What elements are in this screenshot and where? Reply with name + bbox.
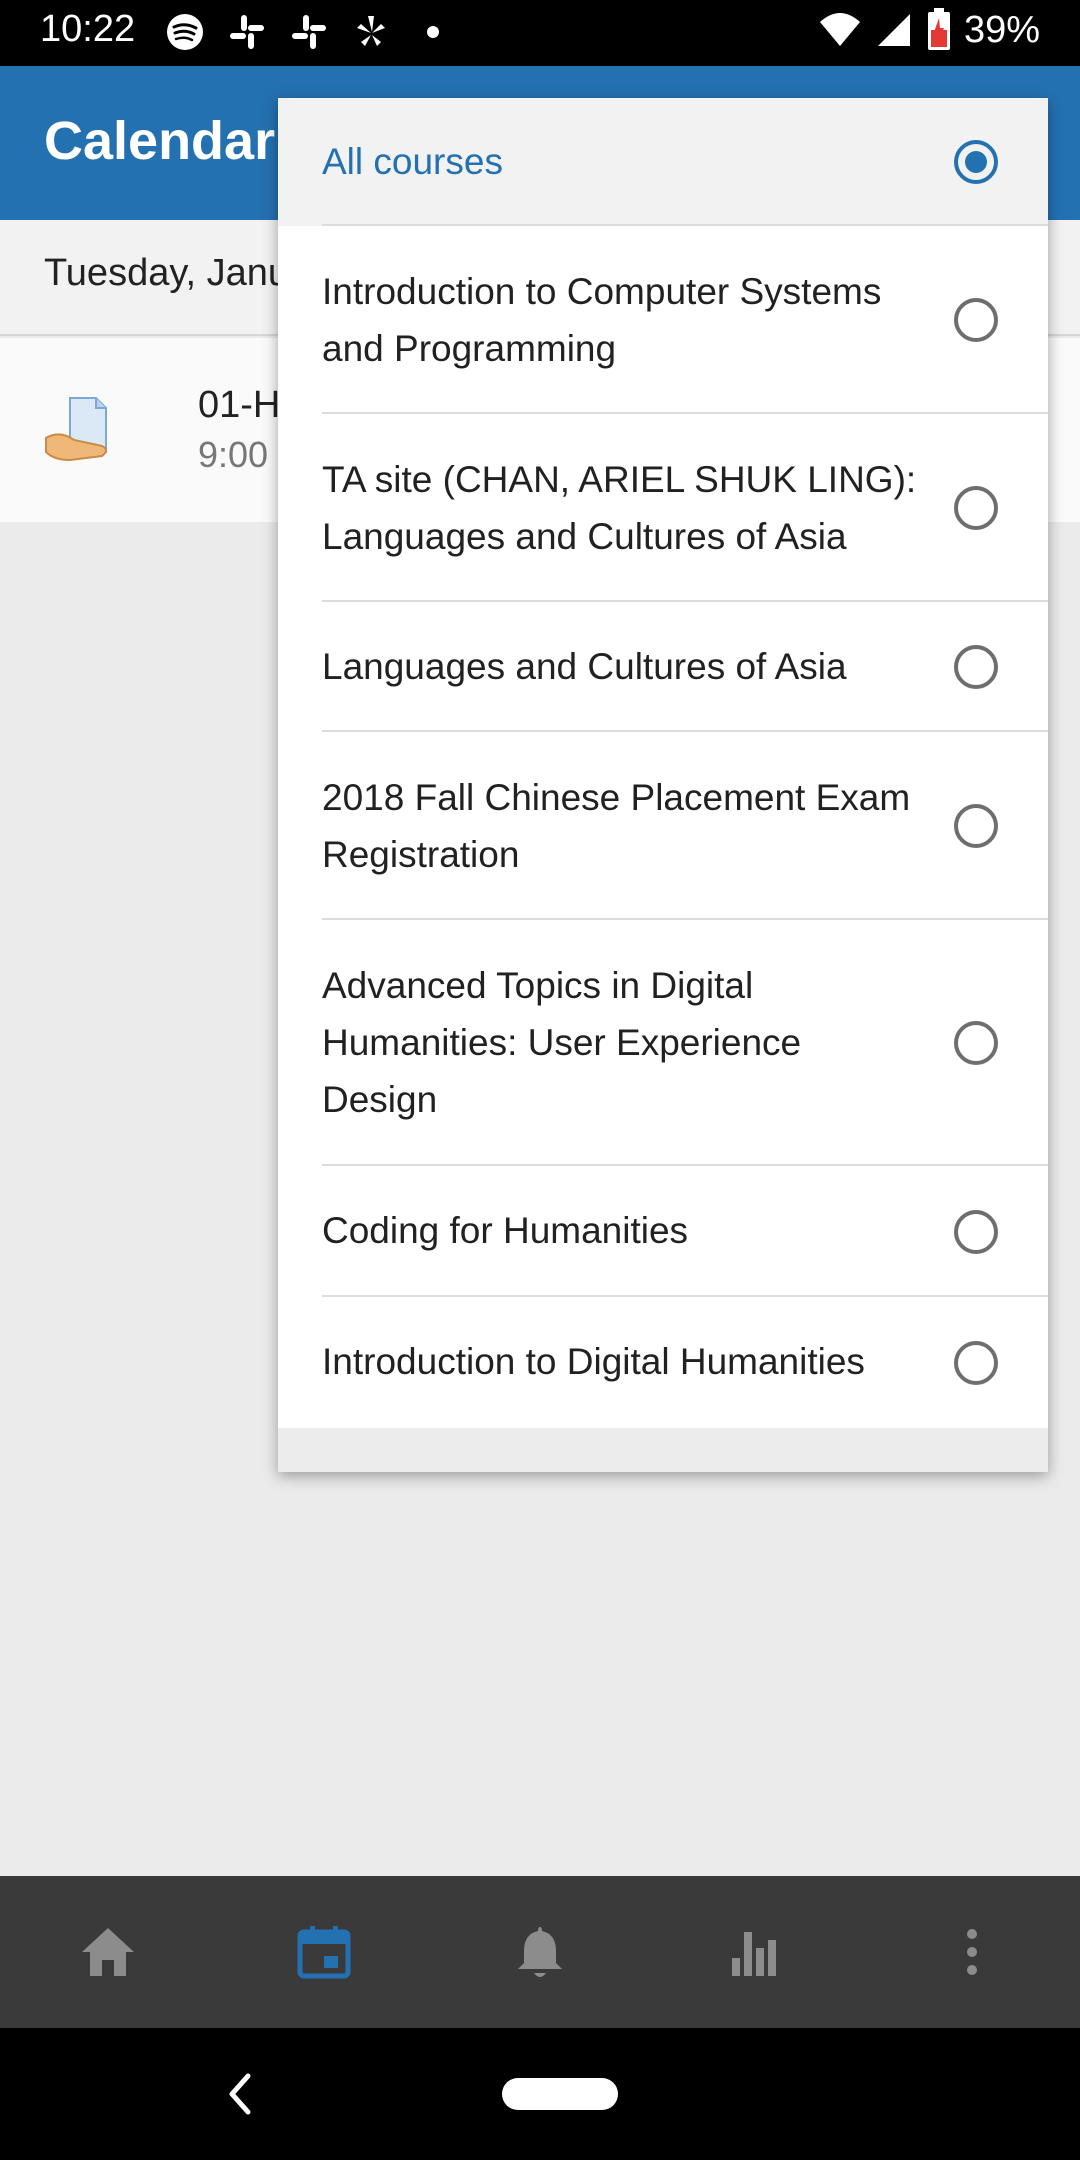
radio-icon[interactable] <box>954 804 998 848</box>
calendar-icon <box>297 1926 351 1979</box>
home-tab[interactable] <box>68 1916 148 1988</box>
course-filter-dropdown: All courses Introduction to Computer Sys… <box>278 98 1048 1472</box>
course-option[interactable]: Introduction to Digital Humanities <box>278 1297 1048 1428</box>
more-tab[interactable] <box>932 1916 1012 1988</box>
page-title: Calendar <box>44 111 276 171</box>
calendar-tab[interactable] <box>284 1916 364 1988</box>
wifi-icon <box>819 13 860 46</box>
signal-icon <box>877 14 910 46</box>
assignment-icon <box>45 397 107 462</box>
course-option[interactable]: Introduction to Computer Systems and Pro… <box>278 226 1048 414</box>
slack-icon <box>227 12 267 52</box>
grades-icon <box>732 1932 776 1976</box>
spotify-icon <box>165 12 205 52</box>
grades-tab[interactable] <box>716 1916 796 1988</box>
dot-icon <box>413 12 453 52</box>
course-option-label: All courses <box>322 141 503 182</box>
course-option-label: Introduction to Digital Humanities <box>322 1341 865 1382</box>
radio-icon[interactable] <box>954 486 998 530</box>
course-option-label: TA site (CHAN, ARIEL SHUK LING): Languag… <box>322 459 917 557</box>
course-option[interactable]: Languages and Cultures of Asia <box>278 602 1048 732</box>
course-option[interactable]: TA site (CHAN, ARIEL SHUK LING): Languag… <box>278 414 1048 602</box>
slack-icon <box>289 12 329 52</box>
radio-selected-icon[interactable] <box>954 140 998 184</box>
radio-icon[interactable] <box>954 645 998 689</box>
course-option-all[interactable]: All courses <box>278 98 1048 226</box>
radio-icon[interactable] <box>954 298 998 342</box>
course-option[interactable]: 2018 Fall Chinese Placement Exam Registr… <box>278 732 1048 920</box>
course-option-label: Advanced Topics in Digital Humanities: U… <box>322 965 802 1120</box>
notifications-tab[interactable] <box>500 1916 580 1988</box>
more-icon <box>967 1929 977 1975</box>
event-time: 9:00 <box>198 434 269 475</box>
radio-icon[interactable] <box>954 1341 998 1385</box>
course-option[interactable]: Coding for Humanities <box>278 1166 1048 1297</box>
home-icon <box>82 1928 134 1976</box>
system-nav-bar <box>0 2028 1080 2160</box>
dropdown-footer <box>278 1428 1048 1472</box>
radio-icon[interactable] <box>954 1210 998 1254</box>
status-right: 39% <box>818 8 1040 52</box>
notifications-icon <box>518 1927 562 1977</box>
notification-icons <box>165 12 453 52</box>
event-title: 01-H <box>198 384 281 426</box>
bottom-nav <box>0 1876 1080 2028</box>
battery-percent: 39% <box>963 8 1040 51</box>
date-text: Tuesday, Janu <box>44 252 290 294</box>
home-pill-button[interactable] <box>502 2078 618 2110</box>
course-option-label: 2018 Fall Chinese Placement Exam Registr… <box>322 777 911 875</box>
course-option[interactable]: Advanced Topics in Digital Humanities: U… <box>278 920 1048 1166</box>
yelp-icon <box>351 12 391 52</box>
back-icon[interactable] <box>220 2064 260 2124</box>
radio-icon[interactable] <box>954 1021 998 1065</box>
course-option-label: Introduction to Computer Systems and Pro… <box>322 271 882 369</box>
course-option-label: Languages and Cultures of Asia <box>322 646 847 687</box>
status-bar: 10:22 39% <box>0 0 1080 66</box>
status-time: 10:22 <box>40 8 136 50</box>
course-option-label: Coding for Humanities <box>322 1210 689 1251</box>
battery-icon <box>927 8 950 50</box>
